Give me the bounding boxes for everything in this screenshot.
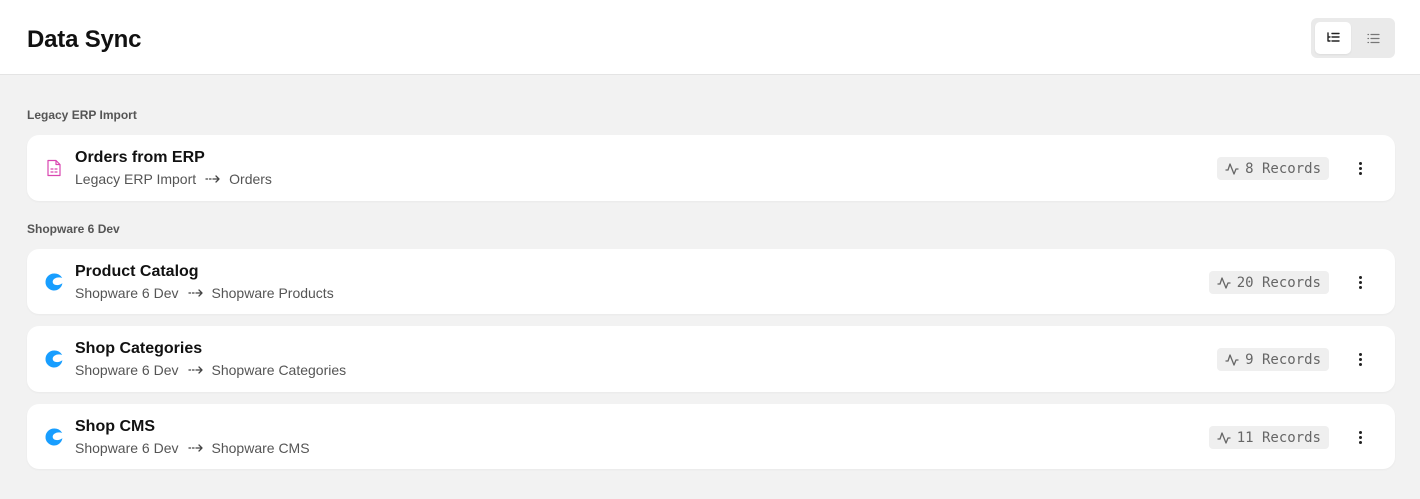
arrow-right-icon xyxy=(205,171,221,187)
sync-route: Shopware 6 Dev Shopware Categories xyxy=(75,362,346,378)
sync-route: Shopware 6 Dev Shopware Products xyxy=(75,285,334,301)
sync-title: Shop Categories xyxy=(75,340,203,357)
tree-view-button[interactable] xyxy=(1315,22,1351,54)
arrow-right-icon xyxy=(187,440,204,456)
group-label-shopware-6-dev: Shopware 6 Dev xyxy=(27,222,120,236)
sync-source: Shopware 6 Dev xyxy=(75,362,179,378)
shopware-logo-icon xyxy=(43,271,65,293)
more-options-button[interactable] xyxy=(1351,159,1369,177)
records-count: 20 Records xyxy=(1236,274,1321,291)
more-options-button[interactable] xyxy=(1351,428,1369,446)
view-toggle xyxy=(1311,18,1395,58)
records-badge: 20 Records xyxy=(1208,271,1329,294)
sync-card-shop-cms[interactable]: Shop CMS Shopware 6 Dev Shopware CMS 11 … xyxy=(27,404,1395,469)
page-title: Data Sync xyxy=(27,26,142,53)
activity-icon xyxy=(1217,431,1231,444)
sync-target: Orders xyxy=(229,171,272,187)
more-options-button[interactable] xyxy=(1351,273,1369,291)
records-badge: 8 Records xyxy=(1217,157,1329,180)
activity-icon xyxy=(1225,162,1239,175)
sync-card-shop-categories[interactable]: Shop Categories Shopware 6 Dev Shopware … xyxy=(27,326,1395,392)
sync-target: Shopware Categories xyxy=(211,362,347,378)
activity-icon xyxy=(1217,276,1231,289)
sync-route: Legacy ERP Import Orders xyxy=(75,171,272,187)
records-count: 8 Records xyxy=(1245,160,1321,177)
list-icon xyxy=(1366,33,1380,43)
sync-route: Shopware 6 Dev Shopware CMS xyxy=(75,440,310,456)
sync-card-orders-from-erp[interactable]: Orders from ERP Legacy ERP Import Orders… xyxy=(27,135,1395,201)
arrow-right-icon xyxy=(187,362,204,378)
arrow-right-icon xyxy=(187,285,204,301)
sync-title: Product Catalog xyxy=(75,263,199,280)
sync-source: Shopware 6 Dev xyxy=(75,440,179,456)
sync-target: Shopware Products xyxy=(211,285,334,301)
more-options-button[interactable] xyxy=(1351,350,1369,368)
records-badge: 9 Records xyxy=(1217,348,1329,371)
tree-list-icon xyxy=(1327,32,1340,42)
shopware-logo-icon xyxy=(43,426,65,448)
sync-card-product-catalog[interactable]: Product Catalog Shopware 6 Dev Shopware … xyxy=(27,249,1395,314)
file-spreadsheet-icon xyxy=(43,157,65,179)
sync-title: Shop CMS xyxy=(75,418,155,435)
sync-source: Shopware 6 Dev xyxy=(75,285,179,301)
sync-title: Orders from ERP xyxy=(75,149,205,166)
sync-source: Legacy ERP Import xyxy=(75,171,197,187)
group-label-legacy-erp: Legacy ERP Import xyxy=(27,108,137,122)
shopware-logo-icon xyxy=(43,348,65,370)
list-view-button[interactable] xyxy=(1355,22,1391,54)
records-count: 9 Records xyxy=(1245,351,1321,368)
records-badge: 11 Records xyxy=(1208,426,1329,449)
sync-target: Shopware CMS xyxy=(211,440,310,456)
activity-icon xyxy=(1225,353,1239,366)
records-count: 11 Records xyxy=(1236,429,1321,446)
page-header: Data Sync xyxy=(0,0,1420,75)
